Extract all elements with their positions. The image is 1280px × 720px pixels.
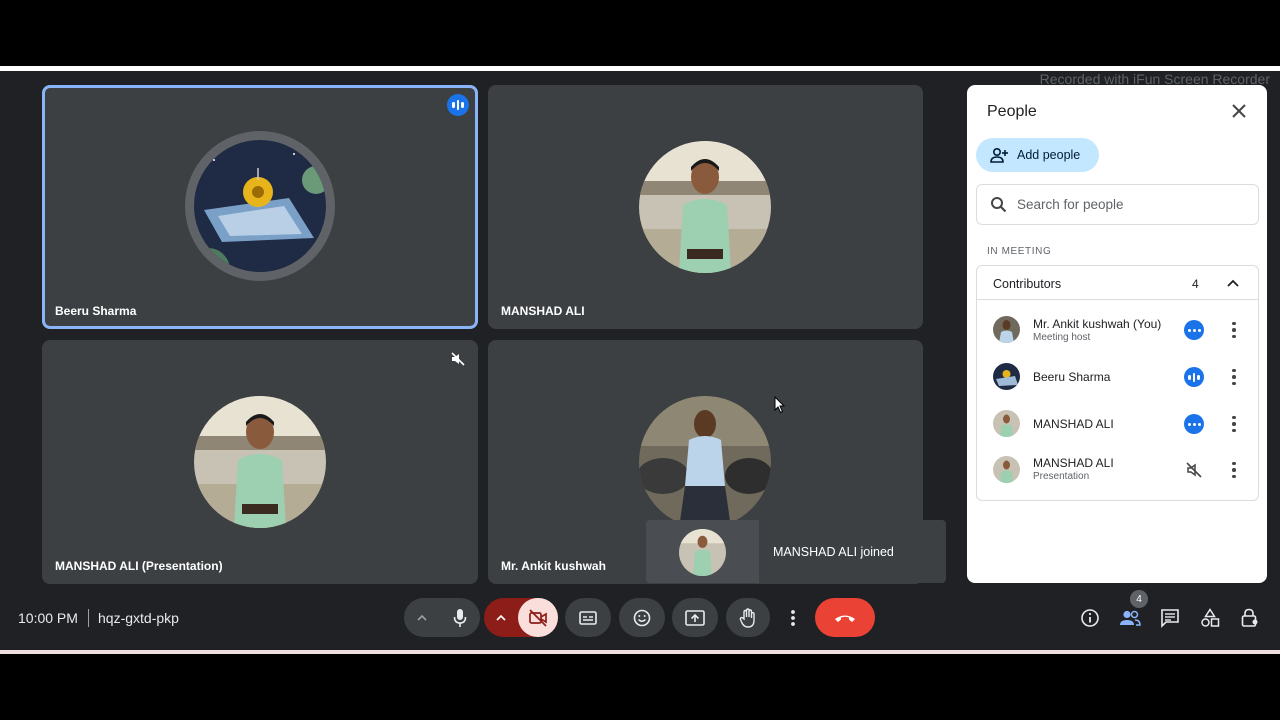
- avatar: [993, 410, 1020, 437]
- reactions-button[interactable]: [619, 598, 665, 637]
- bottom-border: [0, 650, 1280, 654]
- mic-control-group: [404, 598, 480, 637]
- call-end-icon: [835, 615, 855, 622]
- participant-row-name: Beeru Sharma: [1033, 370, 1111, 384]
- more-vert-icon: [791, 609, 795, 626]
- participant-row-name: Mr. Ankit kushwah (You): [1033, 317, 1162, 331]
- video-tile-manshad-ali[interactable]: MANSHAD ALI: [488, 85, 923, 329]
- raise-hand-button[interactable]: [726, 598, 770, 637]
- avatar: [679, 529, 726, 576]
- videocam-off-icon: [529, 608, 547, 627]
- search-people-field[interactable]: [976, 184, 1259, 225]
- camera-button[interactable]: [518, 598, 558, 637]
- participant-name: Beeru Sharma: [55, 304, 137, 318]
- audio-bars-icon: [447, 94, 469, 116]
- avatar: [993, 363, 1020, 390]
- info-icon: [1081, 609, 1099, 627]
- avatar: [993, 456, 1020, 483]
- mic-off-icon: [1184, 460, 1204, 480]
- mic-off-icon: [450, 351, 466, 367]
- emoji-icon: [633, 609, 651, 626]
- people-panel: People Add people IN MEETING Contributor…: [967, 85, 1267, 583]
- people-count-badge: 4: [1130, 590, 1148, 608]
- avatar: [993, 316, 1020, 343]
- present-button[interactable]: [672, 598, 718, 637]
- add-people-button[interactable]: Add people: [976, 138, 1099, 172]
- toast-thumbnail: [646, 520, 759, 583]
- avatar: [639, 141, 771, 273]
- join-notification: MANSHAD ALI joined: [646, 520, 946, 583]
- letterbox-top: [0, 0, 1280, 66]
- activities-button[interactable]: [1198, 606, 1222, 630]
- activities-icon: [1201, 608, 1220, 627]
- section-label: IN MEETING: [987, 246, 1052, 257]
- camera-control-group: [484, 598, 558, 637]
- more-vert-icon[interactable]: [1229, 367, 1239, 387]
- info-button[interactable]: [1078, 606, 1102, 630]
- participant-row-role: Presentation: [1033, 471, 1090, 482]
- more-vert-icon[interactable]: [1229, 414, 1239, 434]
- search-people-input[interactable]: [1017, 197, 1237, 212]
- video-options-chevron-icon[interactable]: [484, 614, 518, 622]
- more-vert-icon[interactable]: [1229, 460, 1239, 480]
- people-icon: [1120, 610, 1141, 626]
- more-horiz-icon: [1184, 414, 1204, 434]
- participant-row[interactable]: MANSHAD ALI: [977, 402, 1258, 446]
- toast-message: MANSHAD ALI joined: [773, 545, 894, 559]
- participant-row[interactable]: Mr. Ankit kushwah (You) Meeting host: [977, 308, 1258, 352]
- video-tile-manshad-ali-presentation[interactable]: MANSHAD ALI (Presentation): [42, 340, 478, 584]
- more-horiz-icon: [1184, 320, 1204, 340]
- person-add-icon: [990, 147, 1008, 163]
- contributors-label: Contributors: [993, 277, 1062, 291]
- lock-person-icon: [1241, 608, 1258, 627]
- contributors-count: 4: [1192, 277, 1199, 291]
- add-people-label: Add people: [1017, 148, 1081, 162]
- avatar: [639, 396, 771, 528]
- participant-name: Mr. Ankit kushwah: [501, 559, 606, 573]
- contributors-header[interactable]: Contributors 4: [977, 266, 1258, 300]
- participant-row-name: MANSHAD ALI: [1033, 456, 1114, 470]
- mic-icon: [453, 608, 467, 627]
- chevron-up-icon[interactable]: [1226, 276, 1240, 290]
- avatar: [194, 140, 326, 272]
- chat-icon: [1161, 609, 1179, 628]
- mouse-cursor-icon: [774, 396, 786, 414]
- panel-title: People: [987, 103, 1037, 120]
- raise-hand-icon: [739, 607, 755, 628]
- participant-row[interactable]: Beeru Sharma: [977, 355, 1258, 399]
- participant-row[interactable]: MANSHAD ALI Presentation: [977, 448, 1258, 492]
- audio-bars-icon: [1184, 367, 1204, 387]
- people-button[interactable]: [1118, 606, 1142, 630]
- audio-options-chevron-icon[interactable]: [404, 614, 440, 622]
- present-screen-icon: [685, 609, 705, 626]
- meeting-code: hqz-gxtd-pkp: [98, 610, 179, 626]
- divider: [88, 609, 89, 627]
- participant-name: MANSHAD ALI: [501, 304, 585, 318]
- more-options-button[interactable]: [778, 598, 808, 637]
- video-tile-beeru-sharma[interactable]: Beeru Sharma: [42, 85, 478, 329]
- closed-caption-icon: [579, 610, 597, 625]
- captions-button[interactable]: [565, 598, 611, 637]
- meeting-time: 10:00 PM: [18, 610, 78, 626]
- more-vert-icon[interactable]: [1229, 320, 1239, 340]
- avatar: [194, 396, 326, 528]
- participant-row-role: Meeting host: [1033, 332, 1091, 343]
- participant-row-name: MANSHAD ALI: [1033, 417, 1114, 431]
- participant-name: MANSHAD ALI (Presentation): [55, 559, 223, 573]
- mic-button[interactable]: [440, 608, 480, 628]
- close-icon[interactable]: [1229, 101, 1249, 121]
- host-controls-button[interactable]: [1238, 606, 1262, 630]
- leave-call-button[interactable]: [815, 598, 875, 637]
- search-icon: [991, 197, 1007, 213]
- chat-button[interactable]: [1158, 606, 1182, 630]
- contributors-section: Contributors 4 Mr. Ankit kushwah (You) M…: [976, 265, 1259, 501]
- control-bar: 10:00 PM hqz-gxtd-pkp 4: [0, 590, 1280, 644]
